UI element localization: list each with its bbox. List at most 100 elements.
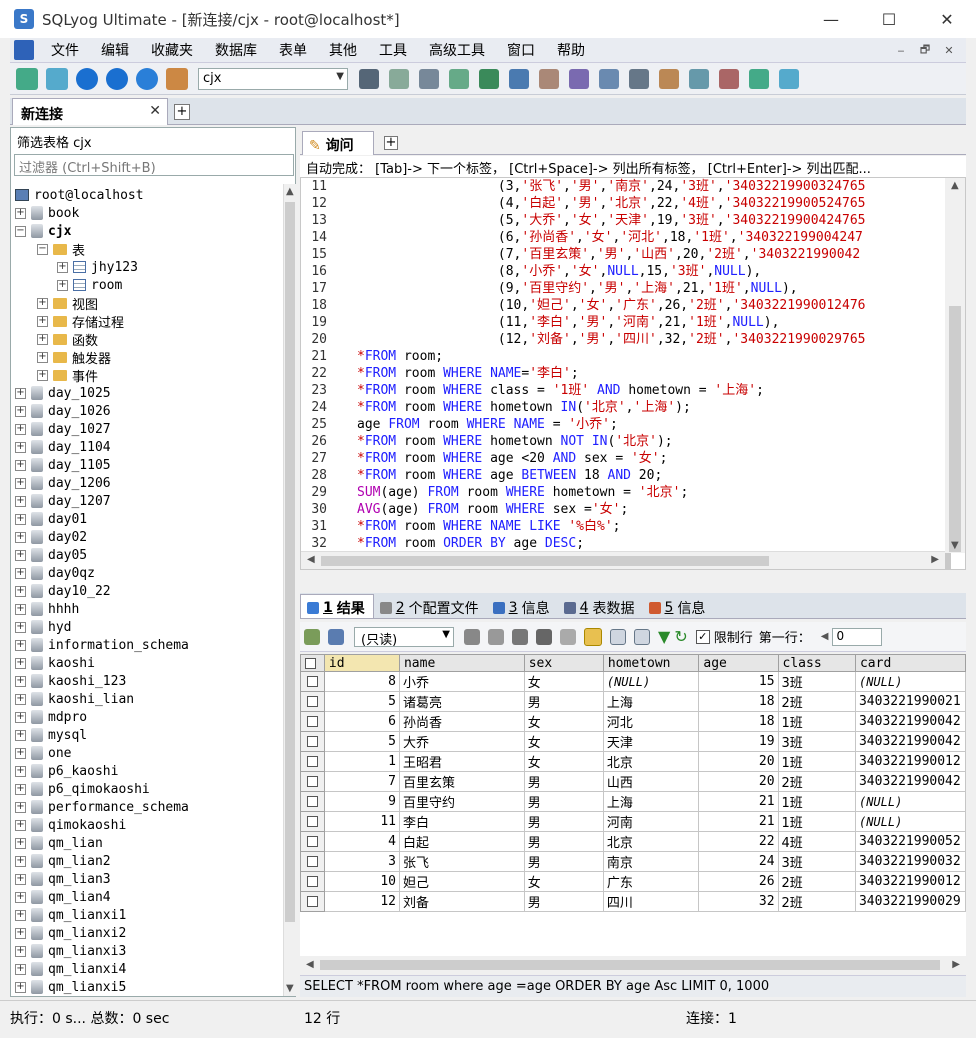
result-tab-2[interactable]: 2 个配置文件 bbox=[374, 594, 487, 618]
expand-toggle-icon[interactable]: + bbox=[15, 603, 26, 615]
tree-item-qm_lian2[interactable]: + qm_lian2 bbox=[15, 852, 111, 870]
cell-sex[interactable]: 男 bbox=[523, 891, 604, 912]
cell-card[interactable]: 3403221990052 bbox=[854, 831, 966, 852]
row-checkbox[interactable] bbox=[306, 896, 318, 907]
form-view-icon[interactable] bbox=[610, 628, 626, 645]
column-header-hometown[interactable]: hometown bbox=[602, 654, 700, 672]
table-row[interactable]: 11 李白男河南 21 1班 (NULL) bbox=[300, 811, 966, 832]
close-tab-icon[interactable]: ✕ bbox=[149, 103, 161, 119]
data-sync-icon[interactable] bbox=[509, 68, 529, 89]
cell-card[interactable]: (NULL) bbox=[854, 811, 966, 832]
tree-item-kaoshi[interactable]: + kaoshi bbox=[15, 654, 95, 672]
tree-item-qm_lianxi1[interactable]: + qm_lianxi1 bbox=[15, 906, 126, 924]
result-tab-5[interactable]: 5 信息 bbox=[643, 594, 714, 618]
expand-toggle-icon[interactable]: + bbox=[15, 207, 26, 219]
tree-item-information_schema[interactable]: + information_schema bbox=[15, 636, 189, 654]
row-checkbox[interactable] bbox=[306, 756, 318, 767]
menu-item[interactable]: 帮助 bbox=[546, 40, 596, 60]
cell-id[interactable]: 9 bbox=[323, 791, 400, 812]
tree-scrollbar[interactable]: ▲ ▼ bbox=[283, 184, 296, 996]
tree-item-表[interactable]: − 表 bbox=[37, 240, 85, 259]
cell-hometown[interactable]: 南京 bbox=[602, 851, 700, 872]
notifications-icon[interactable] bbox=[629, 68, 649, 89]
menu-item[interactable]: 窗口 bbox=[496, 40, 546, 60]
expand-toggle-icon[interactable]: + bbox=[37, 351, 48, 363]
row-checkbox[interactable] bbox=[306, 816, 318, 827]
tab-new-connection[interactable]: 新连接 ✕ bbox=[12, 98, 168, 125]
expand-toggle-icon[interactable]: + bbox=[57, 279, 68, 291]
cell-class[interactable]: 1班 bbox=[777, 711, 856, 732]
table-row[interactable]: 9 百里守约男上海 21 1班 (NULL) bbox=[300, 791, 966, 812]
cell-card[interactable]: (NULL) bbox=[854, 671, 966, 692]
cell-age[interactable]: 15 bbox=[698, 671, 779, 692]
tree-item-mysql[interactable]: + mysql bbox=[15, 726, 87, 744]
expand-toggle-icon[interactable]: + bbox=[15, 585, 26, 597]
cell-name[interactable]: 百里守约 bbox=[398, 791, 525, 812]
column-header-class[interactable]: class bbox=[777, 654, 856, 672]
expand-toggle-icon[interactable]: + bbox=[15, 909, 26, 921]
cell-hometown[interactable]: 山西 bbox=[602, 771, 700, 792]
cell-card[interactable]: 3403221990012 bbox=[854, 751, 966, 772]
expand-toggle-icon[interactable]: + bbox=[15, 567, 26, 579]
grid-horizontal-scrollbar[interactable]: ◀ ▶ bbox=[300, 956, 966, 974]
scroll-up-icon[interactable]: ▲ bbox=[286, 186, 294, 197]
tree-item-mdpro[interactable]: + mdpro bbox=[15, 708, 87, 726]
scrollbar-thumb[interactable] bbox=[285, 202, 295, 922]
cell-age[interactable]: 22 bbox=[698, 831, 779, 852]
expand-toggle-icon[interactable]: + bbox=[15, 981, 26, 993]
tab-query[interactable]: ✎ 询问 bbox=[302, 131, 374, 155]
table-row[interactable]: 8 小乔女 (NULL) 15 3班 (NULL) bbox=[300, 671, 966, 692]
menu-item[interactable]: 表单 bbox=[268, 40, 318, 60]
cell-sex[interactable]: 女 bbox=[523, 671, 604, 692]
row-selector[interactable] bbox=[300, 731, 325, 752]
expand-toggle-icon[interactable]: + bbox=[15, 837, 26, 849]
expand-toggle-icon[interactable]: + bbox=[15, 765, 26, 777]
tree-item-jhy123[interactable]: + jhy123 bbox=[57, 258, 138, 276]
scheduled-jobs-icon[interactable] bbox=[599, 68, 619, 89]
database-selector[interactable]: cjx ▼ bbox=[198, 67, 348, 90]
row-selector[interactable] bbox=[300, 851, 325, 872]
tree-item-book[interactable]: + book bbox=[15, 204, 79, 222]
tree-item-day_1105[interactable]: + day_1105 bbox=[15, 456, 111, 474]
cell-sex[interactable]: 女 bbox=[523, 871, 604, 892]
tree-item-room[interactable]: + room bbox=[57, 276, 122, 294]
cell-age[interactable]: 18 bbox=[698, 691, 779, 712]
row-checkbox[interactable] bbox=[306, 836, 318, 847]
result-tab-4[interactable]: 4 表数据 bbox=[558, 594, 643, 618]
tree-item-day_1027[interactable]: + day_1027 bbox=[15, 420, 111, 438]
column-header-id[interactable]: id bbox=[323, 654, 400, 672]
minimize-button[interactable]: — bbox=[802, 0, 860, 38]
menu-item[interactable]: 数据库 bbox=[204, 40, 268, 60]
cell-sex[interactable]: 女 bbox=[523, 731, 604, 752]
expand-toggle-icon[interactable]: + bbox=[15, 387, 26, 399]
row-checkbox[interactable] bbox=[306, 796, 318, 807]
grid-view-icon[interactable] bbox=[584, 627, 602, 646]
row-selector[interactable] bbox=[300, 811, 325, 832]
tree-item-事件[interactable]: + 事件 bbox=[37, 366, 98, 385]
export-result-icon[interactable] bbox=[328, 628, 344, 645]
new-tab-button[interactable]: + bbox=[174, 104, 190, 120]
tree-item-day0qz[interactable]: + day0qz bbox=[15, 564, 95, 582]
expand-toggle-icon[interactable]: + bbox=[37, 333, 48, 345]
row-selector[interactable] bbox=[300, 711, 325, 732]
tree-item-day_1207[interactable]: + day_1207 bbox=[15, 492, 111, 510]
row-checkbox[interactable] bbox=[306, 856, 318, 867]
tree-item-hyd[interactable]: + hyd bbox=[15, 618, 71, 636]
scroll-up-icon[interactable]: ▲ bbox=[951, 180, 959, 191]
report-icon[interactable] bbox=[749, 68, 769, 89]
cell-name[interactable]: 小乔 bbox=[398, 671, 525, 692]
tree-item-day10_22[interactable]: + day10_22 bbox=[15, 582, 111, 600]
cell-class[interactable]: 2班 bbox=[777, 771, 856, 792]
cell-hometown[interactable]: (NULL) bbox=[602, 671, 700, 692]
cell-class[interactable]: 4班 bbox=[777, 831, 856, 852]
add-row-icon[interactable] bbox=[464, 628, 480, 645]
expand-toggle-icon[interactable]: + bbox=[15, 783, 26, 795]
row-selector[interactable] bbox=[300, 831, 325, 852]
cell-class[interactable]: 2班 bbox=[777, 871, 856, 892]
cell-id[interactable]: 5 bbox=[323, 691, 400, 712]
refresh-icon[interactable]: ↻ bbox=[674, 627, 687, 646]
tree-item-qm_lian[interactable]: + qm_lian bbox=[15, 834, 103, 852]
menu-item[interactable]: 文件 bbox=[40, 40, 90, 60]
cell-name[interactable]: 李白 bbox=[398, 811, 525, 832]
sql-editor[interactable]: 11 (3,'张飞','男','南京',24,'3班','34032219900… bbox=[300, 177, 966, 570]
